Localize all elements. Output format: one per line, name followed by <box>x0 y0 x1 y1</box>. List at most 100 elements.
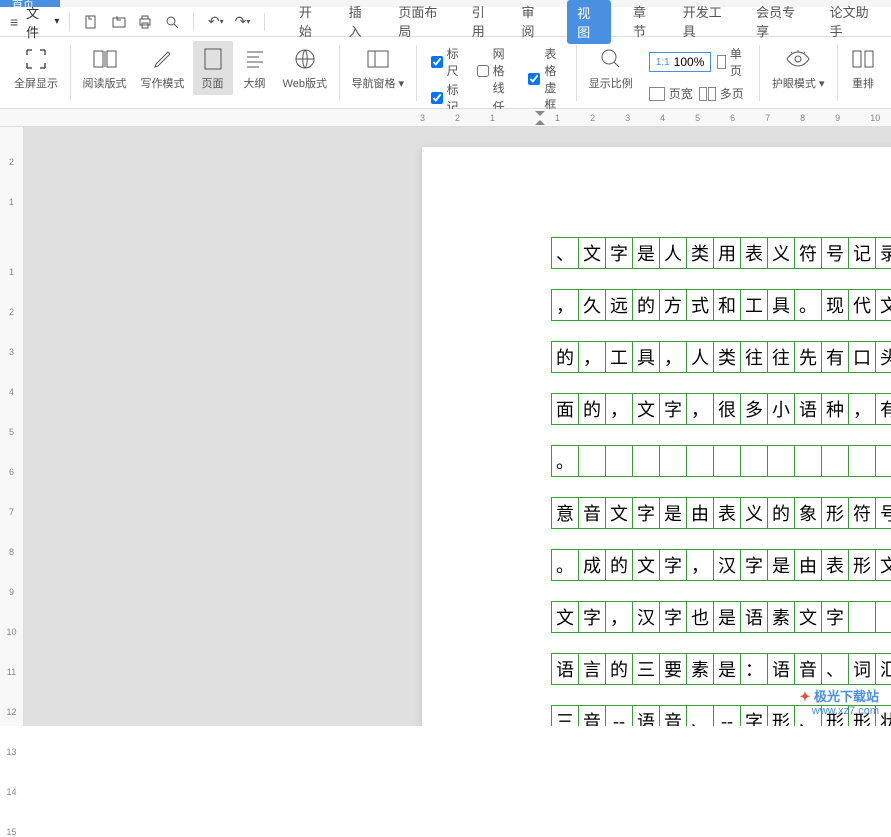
menu-start[interactable]: 开始 <box>295 0 327 44</box>
web-button[interactable]: Web版式 <box>277 41 333 95</box>
text-grid-cell[interactable]: 具 <box>767 289 795 321</box>
text-grid-cell[interactable] <box>686 445 714 477</box>
text-grid-cell[interactable]: 文 <box>875 549 891 581</box>
print-icon[interactable] <box>134 10 157 34</box>
text-grid-cell[interactable]: 往 <box>767 341 795 373</box>
text-grid-cell[interactable] <box>659 445 687 477</box>
redo-icon[interactable]: ↷▾ <box>231 10 254 34</box>
tablevirtual-checkbox[interactable]: 表格虚框 <box>528 45 562 113</box>
text-grid-cell[interactable]: 表 <box>740 237 768 269</box>
text-grid-cell[interactable]: 义 <box>740 497 768 529</box>
eye-mode-button[interactable]: 护眼模式 ▾ <box>766 41 831 95</box>
text-grid-cell[interactable] <box>713 445 741 477</box>
text-grid-cell[interactable]: 文 <box>578 237 606 269</box>
text-grid-cell[interactable]: 用 <box>713 237 741 269</box>
text-grid-cell[interactable]: 言 <box>578 653 606 685</box>
text-grid-cell[interactable]: 义 <box>767 237 795 269</box>
text-grid-cell[interactable]: 字 <box>578 601 606 633</box>
text-grid-cell[interactable]: 、 <box>821 653 849 685</box>
text-grid-cell[interactable]: 表 <box>821 549 849 581</box>
text-grid-cell[interactable]: ， <box>659 341 687 373</box>
text-grid-cell[interactable]: 的 <box>767 497 795 529</box>
text-grid-cell[interactable]: ， <box>686 549 714 581</box>
text-grid-cell[interactable]: 具 <box>632 341 660 373</box>
menu-insert[interactable]: 插入 <box>345 0 377 44</box>
text-grid-cell[interactable]: 是 <box>659 497 687 529</box>
text-grid-cell[interactable]: 的 <box>632 289 660 321</box>
text-grid-cell[interactable]: 。 <box>551 445 579 477</box>
zoom-button[interactable]: 显示比例 <box>583 41 639 95</box>
text-grid-cell[interactable]: 小 <box>767 393 795 425</box>
menu-review[interactable]: 审阅 <box>518 0 550 44</box>
text-grid-cell[interactable]: 有 <box>875 393 891 425</box>
text-grid-cell[interactable]: 的 <box>578 393 606 425</box>
text-grid-cell[interactable]: 文 <box>632 393 660 425</box>
text-grid-cell[interactable]: 文 <box>551 601 579 633</box>
text-grid-cell[interactable]: 音 <box>659 705 687 726</box>
text-grid-cell[interactable]: 和 <box>713 289 741 321</box>
text-grid-cell[interactable]: 。 <box>794 289 822 321</box>
text-grid-cell[interactable]: 工 <box>740 289 768 321</box>
page-button[interactable]: 页面 <box>193 41 233 95</box>
text-grid-cell[interactable]: 由 <box>794 549 822 581</box>
text-grid-cell[interactable]: -- <box>713 705 741 726</box>
text-grid-cell[interactable]: 表 <box>713 497 741 529</box>
text-grid-cell[interactable]: 、 <box>686 705 714 726</box>
text-grid-cell[interactable]: 词 <box>848 653 876 685</box>
text-grid-cell[interactable]: 要 <box>659 653 687 685</box>
text-grid-cell[interactable] <box>767 445 795 477</box>
text-grid-cell[interactable]: 象 <box>794 497 822 529</box>
multi-page-button[interactable]: 多页 <box>699 85 744 102</box>
text-grid-cell[interactable]: ， <box>578 341 606 373</box>
menu-chapter[interactable]: 章节 <box>629 0 661 44</box>
text-grid-cell[interactable]: 代 <box>848 289 876 321</box>
menu-references[interactable]: 引用 <box>468 0 500 44</box>
new-icon[interactable] <box>80 10 103 34</box>
text-grid-cell[interactable]: 语 <box>767 653 795 685</box>
text-grid-cell[interactable]: 口 <box>848 341 876 373</box>
hamburger-icon[interactable]: ≡ <box>10 14 18 30</box>
text-grid-cell[interactable]: 面 <box>551 393 579 425</box>
text-grid-cell[interactable]: 汉 <box>713 549 741 581</box>
text-grid-cell[interactable]: ， <box>848 393 876 425</box>
text-grid-cell[interactable]: 成 <box>578 549 606 581</box>
text-grid-cell[interactable]: 形 <box>767 705 795 726</box>
text-grid-cell[interactable]: 文 <box>632 549 660 581</box>
writing-button[interactable]: 写作模式 <box>135 41 191 95</box>
text-grid-cell[interactable]: 符 <box>794 237 822 269</box>
text-grid-cell[interactable]: 是 <box>767 549 795 581</box>
text-grid-cell[interactable]: 意 <box>551 497 579 529</box>
text-grid-cell[interactable]: 是 <box>713 601 741 633</box>
text-grid-cell[interactable] <box>848 445 876 477</box>
text-grid-cell[interactable]: 字 <box>605 237 633 269</box>
outline-button[interactable]: 大纲 <box>235 41 275 95</box>
text-grid-cell[interactable]: 。 <box>551 549 579 581</box>
zoom-value[interactable]: 1:1100% <box>649 52 712 72</box>
preview-icon[interactable] <box>161 10 184 34</box>
text-grid-cell[interactable]: 由 <box>686 497 714 529</box>
text-grid-cell[interactable]: 字 <box>659 601 687 633</box>
text-grid-cell[interactable] <box>605 445 633 477</box>
text-grid-cell[interactable]: 字 <box>821 601 849 633</box>
text-grid-cell[interactable]: 素 <box>686 653 714 685</box>
text-grid-cell[interactable]: ， <box>605 601 633 633</box>
text-grid-cell[interactable]: 先 <box>794 341 822 373</box>
text-grid-cell[interactable]: 的 <box>605 653 633 685</box>
text-grid-cell[interactable]: 、 <box>551 237 579 269</box>
text-grid-cell[interactable]: 音 <box>794 653 822 685</box>
text-grid-cell[interactable]: 现 <box>821 289 849 321</box>
text-grid-cell[interactable]: ， <box>605 393 633 425</box>
text-grid-cell[interactable]: 类 <box>713 341 741 373</box>
document-page[interactable]: 、文字是人类用表义符号记录，久远的方式和工具。现代文的，工具，人类往往先有口头面… <box>422 147 891 726</box>
navpane-button[interactable]: 导航窗格 ▾ <box>345 41 410 95</box>
text-grid-cell[interactable]: 多 <box>740 393 768 425</box>
text-grid-cell[interactable]: 是 <box>632 237 660 269</box>
text-grid-cell[interactable]: 类 <box>686 237 714 269</box>
text-grid-cell[interactable]: 是 <box>713 653 741 685</box>
text-grid-cell[interactable]: 三 <box>551 705 579 726</box>
text-grid-cell[interactable]: 音 <box>578 705 606 726</box>
text-grid-cell[interactable]: 语 <box>794 393 822 425</box>
text-grid-cell[interactable]: 记 <box>848 237 876 269</box>
reading-button[interactable]: 阅读版式 <box>77 41 133 95</box>
text-grid-cell[interactable]: 三 <box>632 653 660 685</box>
